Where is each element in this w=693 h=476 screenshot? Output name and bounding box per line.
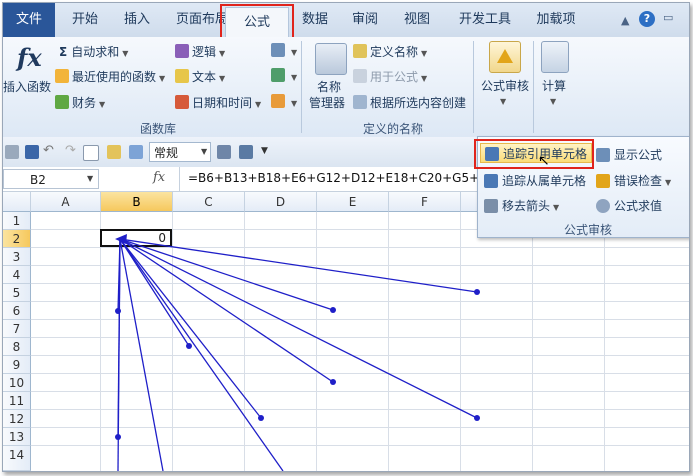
trace-dependents-button[interactable]: 追踪从属单元格 — [484, 172, 586, 189]
trace-dot — [330, 307, 336, 313]
show-formulas-button[interactable]: 显示公式 — [596, 146, 662, 163]
trace-dot — [115, 434, 121, 440]
formula-auditing-panel: 追踪引用单元格 ↖ 显示公式 追踪从属单元格 错误检查 ▼ 移去箭头 ▼ 公式求值 … — [474, 136, 689, 238]
evaluate-formula-button[interactable]: 公式求值 — [596, 197, 662, 214]
chevron-down-icon: ▼ — [553, 203, 560, 212]
trace-dot — [474, 415, 480, 421]
error-checking-button[interactable]: 错误检查 ▼ — [596, 172, 671, 189]
remove-arrows-icon — [484, 199, 498, 213]
trace-dot — [186, 343, 192, 349]
evaluate-formula-icon — [596, 199, 610, 213]
excel-window: 文件 开始 插入 页面布局 公式 数据 审阅 视图 开发工具 加载项 ▲ ? ▭… — [2, 2, 690, 472]
trace-line-d12 — [119, 238, 262, 419]
show-formulas-icon — [596, 148, 610, 162]
trace-dependents-icon — [484, 174, 498, 188]
trace-dot — [258, 415, 264, 421]
mouse-cursor-icon: ↖ — [538, 153, 550, 169]
trace-line-e6 — [119, 238, 334, 311]
warning-icon — [596, 174, 610, 188]
chevron-down-icon: ▼ — [665, 178, 672, 187]
remove-arrows-button[interactable]: 移去箭头 ▼ — [484, 197, 559, 214]
trace-precedents-highlight — [474, 139, 594, 169]
trace-dot — [330, 379, 336, 385]
formula-auditing-group-label: 公式审核 — [563, 223, 612, 237]
trace-dot — [474, 289, 480, 295]
trace-line-e-lower — [119, 238, 284, 471]
trace-line-e10 — [119, 238, 334, 383]
trace-line-c-lower — [119, 238, 164, 471]
trace-dot — [115, 308, 121, 314]
